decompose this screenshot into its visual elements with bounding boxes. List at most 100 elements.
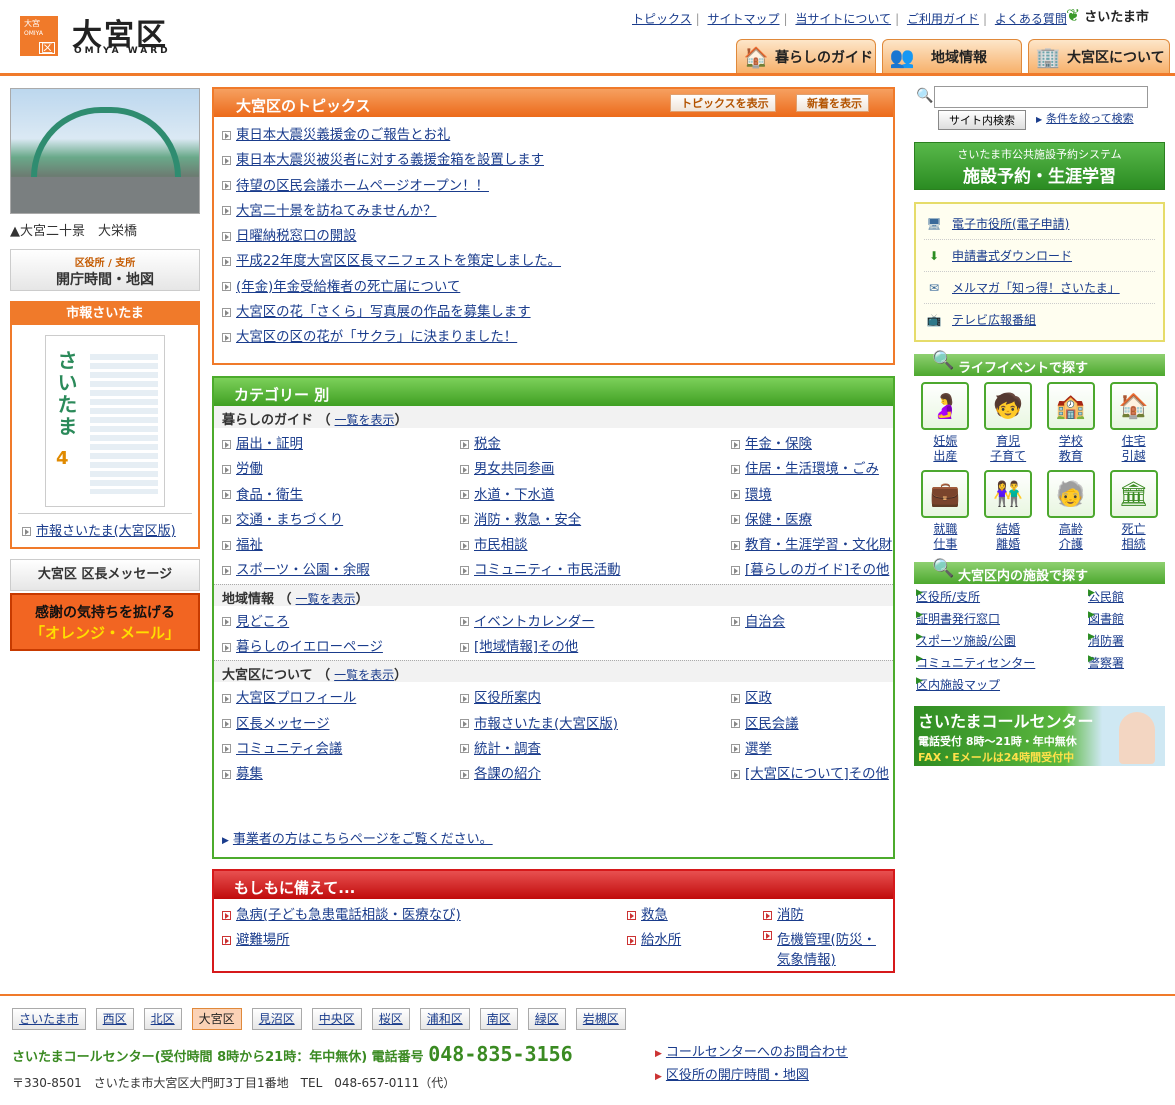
emergency-link[interactable]: 避難場所	[236, 933, 290, 948]
mayor-message-button[interactable]: 大宮区 区長メッセージ	[10, 559, 200, 591]
category-link[interactable]: 市報さいたま(大宮区版)	[474, 717, 618, 732]
topic-link[interactable]: 待望の区民会議ホームページオープン！！	[236, 179, 489, 194]
life-event-label[interactable]: 住宅	[1122, 434, 1146, 448]
life-event-label[interactable]: 相続	[1122, 537, 1146, 551]
orange-mail-banner[interactable]: 感謝の気持ちを拡げる 「オレンジ・メール」	[10, 593, 200, 651]
category-link[interactable]: 選挙	[745, 742, 772, 757]
life-event-label[interactable]: 死亡	[1122, 522, 1146, 536]
topic-link[interactable]: 日曜納税窓口の開設	[236, 229, 357, 244]
category-link[interactable]: 交通・まちづくり	[236, 513, 343, 528]
city-logo[interactable]: ❦ さいたま市	[1066, 6, 1149, 26]
service-link[interactable]: 申請書式ダウンロード	[952, 249, 1072, 263]
ward-link[interactable]: 北区	[143, 1008, 182, 1030]
category-link[interactable]: 区役所案内	[474, 691, 541, 706]
category-link[interactable]: 環境	[745, 488, 772, 503]
footer-link-hours[interactable]: 区役所の開庁時間・地図	[666, 1068, 809, 1083]
life-event-label[interactable]: 介護	[1059, 537, 1083, 551]
service-link[interactable]: メルマガ「知っ得！さいたま」	[952, 281, 1120, 295]
life-event-label[interactable]: 学校	[1059, 434, 1083, 448]
ward-link[interactable]: 桜区	[371, 1008, 410, 1030]
facility-link[interactable]: 区役所/支所	[916, 590, 980, 604]
facility-link[interactable]: 証明書発行窓口	[916, 612, 1000, 626]
show-list-link[interactable]: 一覧を表示	[296, 592, 356, 606]
ward-link[interactable]: 見沼区	[251, 1008, 302, 1030]
category-link[interactable]: 男女共同参画	[474, 462, 554, 477]
life-event-label[interactable]: 妊娠	[933, 434, 957, 448]
service-download[interactable]: ⬇ 申請書式ダウンロード	[924, 240, 1155, 272]
category-link[interactable]: 大宮区プロフィール	[236, 691, 356, 706]
category-link[interactable]: 労働	[236, 462, 263, 477]
topic-link[interactable]: 東日本大震災被災者に対する義援金箱を設置します	[236, 153, 544, 168]
ward-link[interactable]: 南区	[479, 1008, 518, 1030]
category-link[interactable]: [大宮区について]その他	[745, 767, 889, 782]
category-link[interactable]: 自治会	[745, 615, 785, 630]
life-event-2[interactable]: 🏫 学校 教育	[1040, 382, 1103, 464]
show-list-link[interactable]: 一覧を表示	[334, 668, 394, 682]
life-event-0[interactable]: 🤰 妊娠 出産	[914, 382, 977, 464]
facility-link[interactable]: スポーツ施設/公園	[916, 634, 1016, 648]
search-input[interactable]	[934, 86, 1148, 108]
topic-link[interactable]: 大宮区の花「さくら」写真展の作品を募集します	[236, 305, 531, 320]
newsletter-cover[interactable]: さいたま 4	[45, 335, 165, 507]
show-topics-button[interactable]: トピックスを表示	[670, 94, 776, 112]
show-list-link[interactable]: 一覧を表示	[335, 413, 395, 427]
emergency-link[interactable]: 救急	[641, 908, 668, 923]
category-link[interactable]: 募集	[236, 767, 263, 782]
category-link[interactable]: スポーツ・公園・余暇	[236, 563, 370, 578]
topic-link[interactable]: 大宮区の区の花が「サクラ」に決まりました！	[236, 330, 517, 345]
ward-link[interactable]: 緑区	[527, 1008, 566, 1030]
category-link[interactable]: 消防・救急・安全	[474, 513, 581, 528]
toplink-about[interactable]: 当サイトについて	[795, 12, 891, 26]
category-link[interactable]: 保健・医療	[745, 513, 812, 528]
topic-link[interactable]: 平成22年度大宮区区長マニフェストを策定しました。	[236, 254, 561, 269]
category-link[interactable]: 年金・保険	[745, 437, 812, 452]
footer-link-contact[interactable]: コールセンターへのお問合わせ	[666, 1045, 848, 1060]
toplink-faq[interactable]: よくある質問	[995, 12, 1067, 26]
life-event-label[interactable]: 就職	[933, 522, 957, 536]
tab-living-guide[interactable]: 🏠 暮らしのガイド	[736, 39, 876, 73]
life-event-label[interactable]: 育児	[996, 434, 1020, 448]
category-link[interactable]: 区長メッセージ	[236, 717, 329, 732]
emergency-link[interactable]: 消防	[777, 908, 804, 923]
service-e-city[interactable]: 🖥 電子市役所(電子申請)	[924, 208, 1155, 240]
facility-link[interactable]: コミュニティセンター	[916, 656, 1035, 670]
category-link[interactable]: コミュニティ・市民活動	[474, 563, 621, 578]
ward-link[interactable]: 西区	[95, 1008, 134, 1030]
life-event-7[interactable]: 🏛 死亡 相続	[1102, 470, 1165, 552]
category-link[interactable]: 区民会議	[745, 717, 799, 732]
life-event-label[interactable]: 子育て	[990, 449, 1026, 463]
newsletter-link[interactable]: 市報さいたま(大宮区版)	[36, 524, 176, 539]
ward-link[interactable]: 浦和区	[419, 1008, 470, 1030]
category-link[interactable]: 水道・下水道	[474, 488, 554, 503]
life-event-label[interactable]: 高齢	[1059, 522, 1083, 536]
service-link[interactable]: 電子市役所(電子申請)	[952, 217, 1069, 231]
life-event-label[interactable]: 出産	[933, 449, 957, 463]
facility-booking-banner[interactable]: さいたま市公共施設予約システム 施設予約・生涯学習	[914, 142, 1165, 190]
office-hours-map-button[interactable]: 区役所 / 支所 開庁時間・地図	[10, 249, 200, 291]
category-link[interactable]: 各課の紹介	[474, 767, 541, 782]
topic-link[interactable]: (年金)年金受給権者の死亡届について	[236, 280, 460, 295]
tab-about-ward[interactable]: 🏢 大宮区について	[1028, 39, 1170, 73]
tab-local-info[interactable]: 👥 地域情報	[882, 39, 1022, 73]
facility-link[interactable]: 区内施設マップ	[916, 678, 1000, 692]
life-event-label[interactable]: 仕事	[933, 537, 957, 551]
life-event-label[interactable]: 離婚	[996, 537, 1020, 551]
topic-link[interactable]: 東日本大震災義援金のご報告とお礼	[236, 128, 450, 143]
emergency-link[interactable]: 給水所	[641, 933, 681, 948]
category-link[interactable]: 暮らしのイエローページ	[236, 640, 383, 655]
emergency-link[interactable]: 急病(子ども急患電話相談・医療なび)	[236, 908, 461, 923]
toplink-sitemap[interactable]: サイトマップ	[708, 12, 780, 26]
call-center-banner[interactable]: さいたまコールセンター 電話受付 8時～21時・年中無休 FAX・Eメールは24…	[914, 706, 1165, 766]
life-event-5[interactable]: 👫 結婚 離婚	[977, 470, 1040, 552]
life-event-3[interactable]: 🏠 住宅 引越	[1102, 382, 1165, 464]
business-link[interactable]: 事業者の方はこちらページをご覧ください。	[233, 832, 493, 847]
advanced-search-link[interactable]: 条件を絞って検索	[1046, 112, 1133, 125]
category-link[interactable]: 福祉	[236, 538, 263, 553]
category-link[interactable]: 届出・証明	[236, 437, 303, 452]
life-event-label[interactable]: 結婚	[996, 522, 1020, 536]
category-link[interactable]: 住居・生活環境・ごみ	[745, 462, 879, 477]
category-link[interactable]: [暮らしのガイド]その他	[745, 563, 889, 578]
topic-link[interactable]: 大宮二十景を訪ねてみませんか？	[236, 204, 436, 219]
toplink-guide[interactable]: ご利用ガイド	[907, 12, 979, 26]
service-tv[interactable]: 📺 テレビ広報番組	[924, 304, 1155, 336]
